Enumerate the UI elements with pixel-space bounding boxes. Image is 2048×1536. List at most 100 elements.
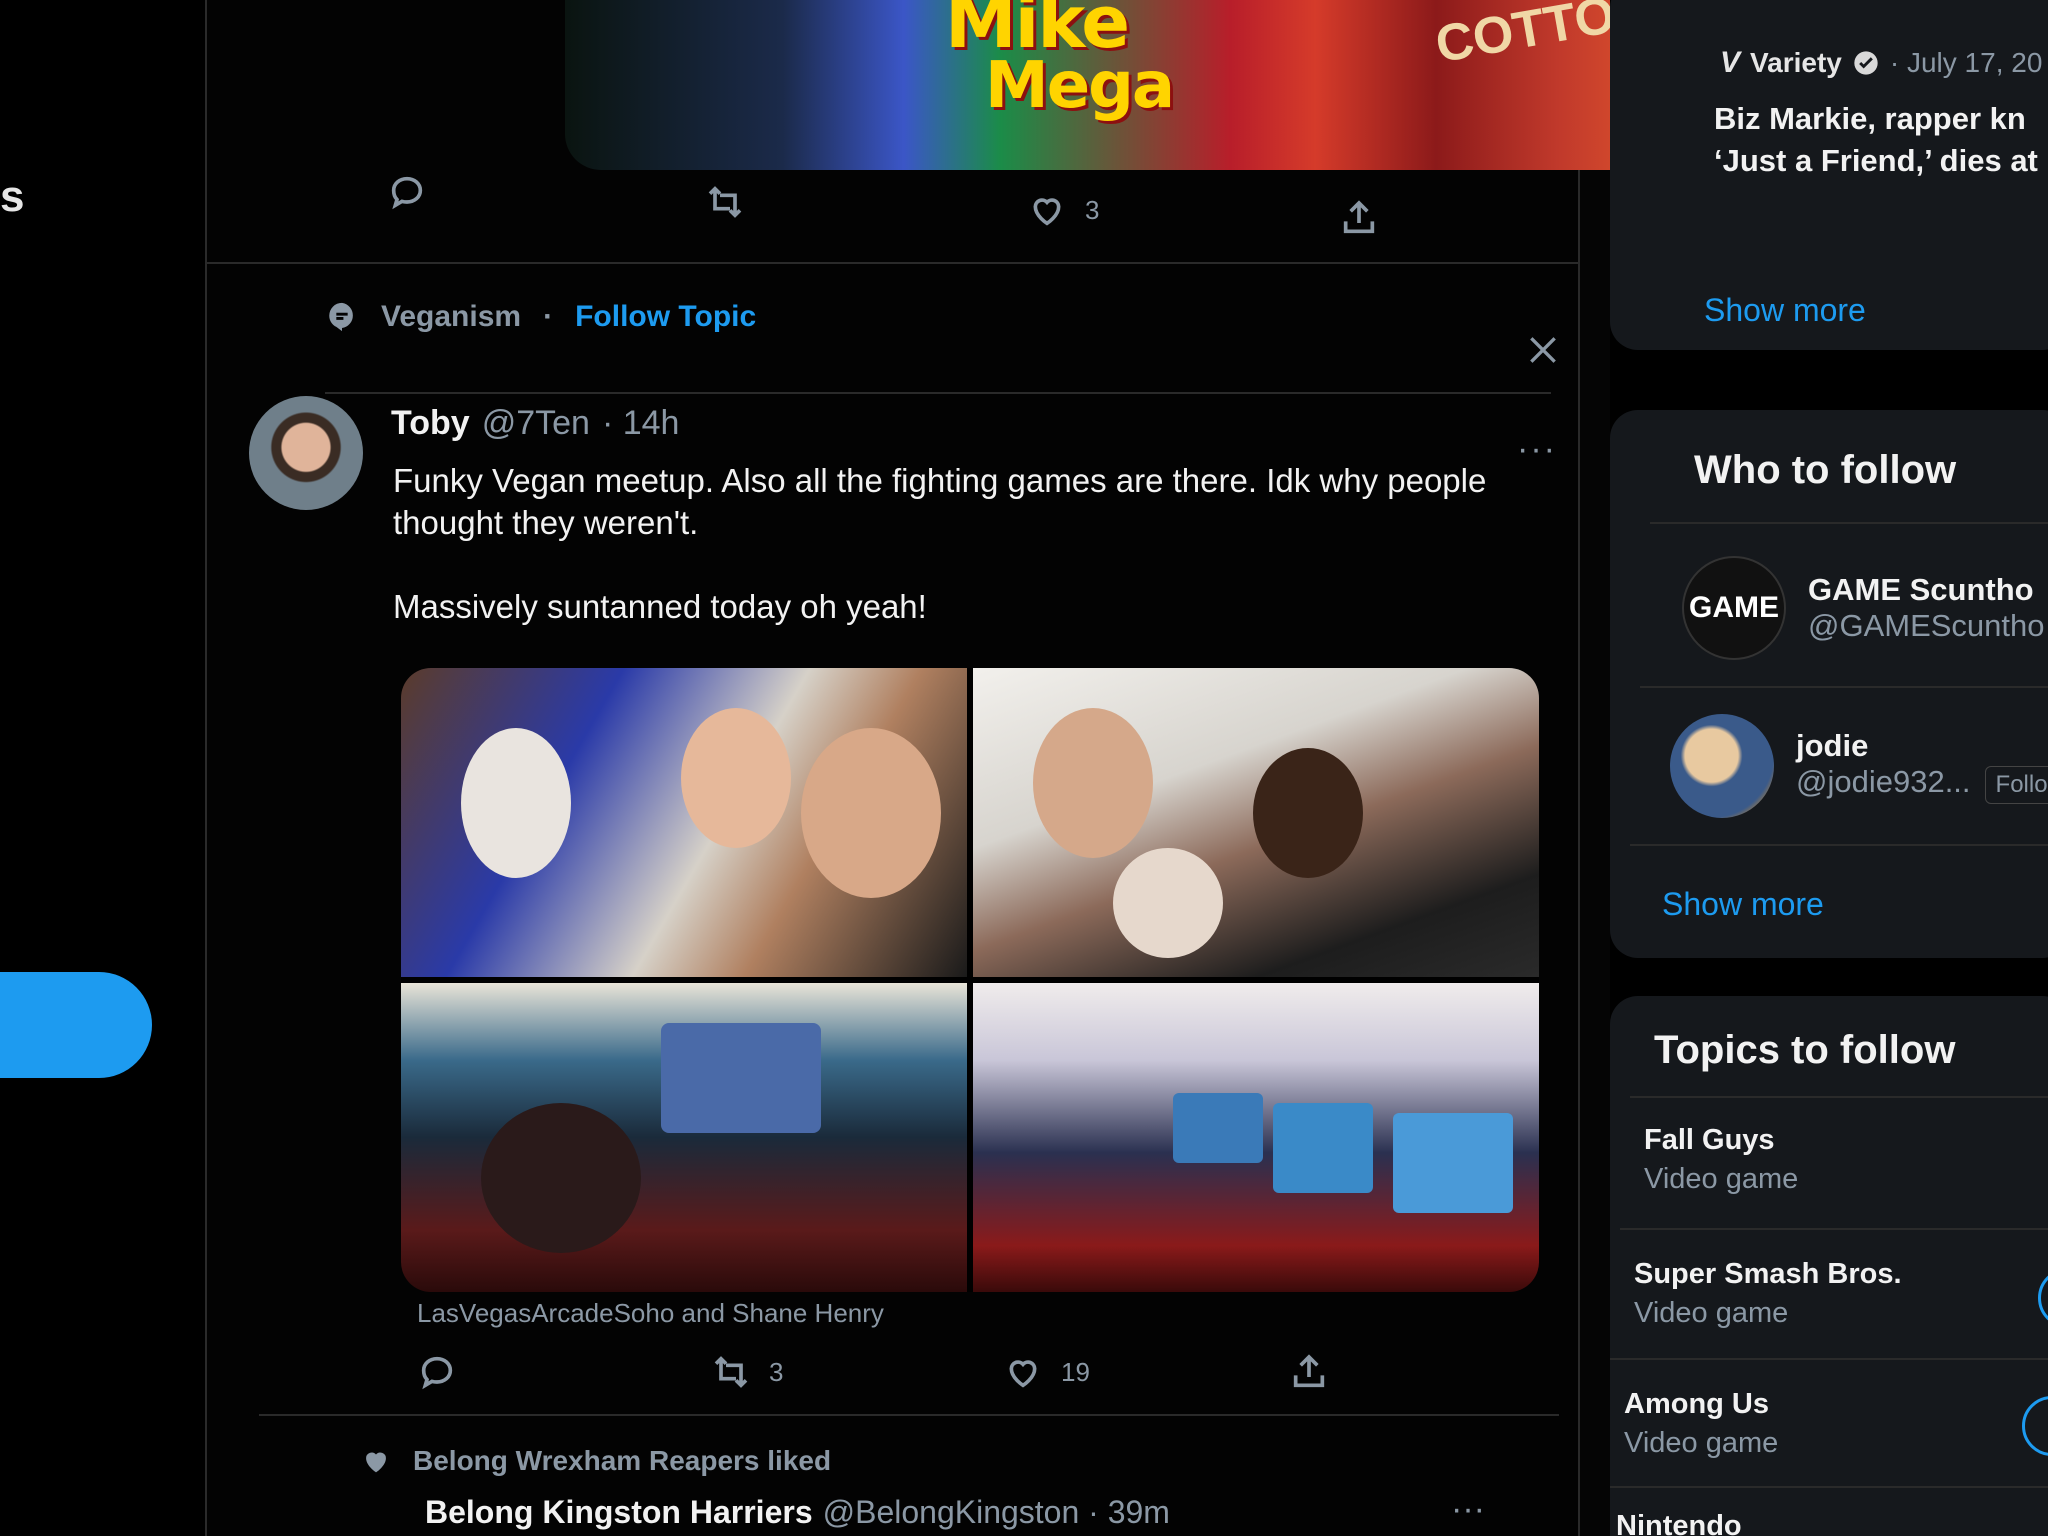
topic-context: Veganism · Follow Topic bbox=[325, 300, 756, 334]
topic-separator: · bbox=[543, 300, 554, 333]
tweet-photo-1[interactable] bbox=[401, 668, 967, 977]
avatar[interactable]: GAME bbox=[1682, 556, 1786, 660]
news-headline[interactable]: Biz Markie, rapper kn ‘Just a Friend,’ d… bbox=[1714, 98, 2048, 182]
topic-suggestion-name: Nintendo bbox=[1616, 1510, 1742, 1536]
follow-suggestion-name: jodie bbox=[1796, 728, 1869, 763]
verified-icon bbox=[1854, 51, 1878, 75]
follow-suggestion[interactable]: jodie @jodie932... Follo bbox=[1670, 714, 2048, 818]
topic-suggestion[interactable]: Nintendo bbox=[1616, 1510, 1742, 1536]
photo-screen bbox=[1273, 1103, 1373, 1193]
separator bbox=[325, 392, 1551, 394]
news-source-name: Variety bbox=[1750, 47, 1842, 78]
photo-tags[interactable]: LasVegasArcadeSoho and Shane Henry bbox=[417, 1298, 884, 1329]
photo-figure bbox=[1113, 848, 1223, 958]
topic-suggestion-name: Among Us bbox=[1624, 1388, 1769, 1420]
heart-icon bbox=[1009, 1360, 1037, 1388]
nav-label-fragment[interactable]: s bbox=[0, 172, 24, 222]
tweet-text: Funky Vegan meetup. Also all the fightin… bbox=[393, 462, 1487, 625]
topic-icon bbox=[329, 302, 353, 332]
who-to-follow-card: Who to follow GAME GAME Scuntho @GAMEScu… bbox=[1610, 410, 2048, 958]
timeline-border-left bbox=[205, 0, 207, 1536]
follow-suggestion-info: GAME Scuntho @GAMEScuntho bbox=[1808, 572, 2045, 644]
news-headline-line-2: ‘Just a Friend,’ dies at bbox=[1714, 143, 2038, 178]
share-icon bbox=[1343, 200, 1375, 234]
follow-suggestion-handle-row: @jodie932... Follo bbox=[1796, 764, 2048, 804]
topics-to-follow-card: Topics to follow Fall Guys Video game Su… bbox=[1610, 996, 2048, 1536]
next-tweet-handle[interactable]: @BelongKingston · 39m bbox=[823, 1494, 1170, 1531]
separator bbox=[1630, 1096, 2048, 1098]
follow-suggestion-info: jodie @jodie932... Follo bbox=[1796, 728, 2048, 804]
topic-suggestion[interactable]: Fall Guys Video game bbox=[1644, 1124, 1798, 1196]
photo-figure bbox=[681, 708, 791, 848]
reply-icon bbox=[391, 176, 423, 210]
share-icon bbox=[1293, 1354, 1325, 1388]
reply-button-prev[interactable] bbox=[387, 172, 427, 212]
topics-to-follow-title: Topics to follow bbox=[1654, 1028, 1956, 1072]
close-icon[interactable] bbox=[1523, 330, 1563, 370]
follow-button[interactable]: Follo bbox=[1984, 766, 2048, 804]
next-tweet-header: Belong Kingston Harriers @BelongKingston… bbox=[425, 1494, 1170, 1531]
tweet-photo-2[interactable] bbox=[973, 668, 1539, 977]
photo-figure bbox=[801, 728, 941, 898]
tweet-author-name[interactable]: Toby bbox=[391, 404, 470, 443]
like-count: 19 bbox=[1061, 1356, 1090, 1387]
like-button-prev[interactable]: 3 bbox=[1027, 190, 1099, 230]
screen: s Mike Mega COTTO 3 Veganism · Follow To… bbox=[0, 0, 2048, 1536]
share-button[interactable] bbox=[1289, 1352, 1329, 1392]
left-nav: s bbox=[0, 0, 205, 1536]
next-tweet-author[interactable]: Belong Kingston Harriers bbox=[425, 1494, 813, 1531]
social-context-text[interactable]: Belong Wrexham Reapers liked bbox=[413, 1445, 831, 1477]
photo-figure bbox=[1253, 748, 1363, 878]
news-source: V Variety · July 17, 20 bbox=[1720, 46, 2042, 80]
tweet-header: Toby @7Ten · 14h bbox=[391, 404, 679, 443]
separator bbox=[1640, 686, 2048, 688]
tweet-photo-grid bbox=[401, 668, 1539, 1292]
variety-logo-icon: V bbox=[1720, 46, 1741, 79]
tweet-author-handle[interactable]: @7Ten bbox=[482, 404, 590, 443]
avatar[interactable] bbox=[249, 396, 363, 510]
topic-suggestion-category: Video game bbox=[1624, 1427, 1779, 1459]
follow-topic-button[interactable]: Follow Topic bbox=[575, 300, 756, 334]
right-sidebar: V Variety · July 17, 20 Biz Markie, rapp… bbox=[1610, 0, 2048, 1536]
follow-suggestion[interactable]: GAME GAME Scuntho @GAMEScuntho bbox=[1682, 556, 2045, 660]
retweet-button-prev[interactable] bbox=[705, 182, 745, 222]
share-button-prev[interactable] bbox=[1339, 198, 1379, 238]
topic-name[interactable]: Veganism bbox=[381, 300, 521, 334]
photo-screen bbox=[1173, 1093, 1263, 1163]
separator bbox=[259, 1414, 1559, 1416]
show-more-link[interactable]: Show more bbox=[1704, 292, 1866, 329]
topic-suggestion-category: Video game bbox=[1644, 1163, 1799, 1195]
photo-figure bbox=[1033, 708, 1153, 858]
follow-topic-button[interactable] bbox=[2022, 1396, 2048, 1456]
previous-tweet-media[interactable]: Mike Mega COTTO bbox=[565, 0, 1775, 170]
photo-screen bbox=[661, 1023, 821, 1133]
follow-topic-button[interactable] bbox=[2038, 1268, 2048, 1328]
show-more-link[interactable]: Show more bbox=[1662, 886, 1824, 923]
separator bbox=[205, 262, 1578, 264]
reply-button[interactable] bbox=[417, 1352, 457, 1392]
retweet-count: 3 bbox=[769, 1356, 784, 1387]
topic-suggestion-name: Fall Guys bbox=[1644, 1124, 1775, 1156]
retweet-button[interactable]: 3 bbox=[711, 1352, 783, 1392]
tweet-photo-4[interactable] bbox=[973, 983, 1539, 1292]
more-options-icon[interactable]: ··· bbox=[1451, 1490, 1485, 1529]
timeline: Mike Mega COTTO 3 Veganism · Follow Topi… bbox=[205, 0, 1775, 1536]
topic-suggestion[interactable]: Super Smash Bros. Video game bbox=[1634, 1258, 1902, 1330]
like-button[interactable]: 19 bbox=[1003, 1352, 1090, 1392]
media-text-2: Mega bbox=[985, 49, 1175, 123]
avatar[interactable] bbox=[1670, 714, 1774, 818]
like-count-prev: 3 bbox=[1085, 194, 1100, 225]
retweet-icon bbox=[714, 1356, 748, 1388]
tweet-time[interactable]: · 14h bbox=[602, 404, 680, 443]
media-text-3: COTTO bbox=[1431, 0, 1620, 75]
follow-suggestion-name: GAME Scuntho bbox=[1808, 572, 2034, 607]
tweet-photo-3[interactable] bbox=[401, 983, 967, 1292]
social-context: Belong Wrexham Reapers liked bbox=[359, 1444, 831, 1478]
reply-icon bbox=[421, 1356, 453, 1390]
media-candy-text: Mike Mega bbox=[945, 0, 1175, 123]
separator bbox=[1630, 844, 2048, 846]
tweet-button[interactable] bbox=[0, 972, 152, 1078]
topic-suggestion[interactable]: Among Us Video game bbox=[1624, 1388, 1778, 1460]
separator bbox=[1620, 1228, 2048, 1230]
who-to-follow-title: Who to follow bbox=[1694, 448, 1957, 492]
